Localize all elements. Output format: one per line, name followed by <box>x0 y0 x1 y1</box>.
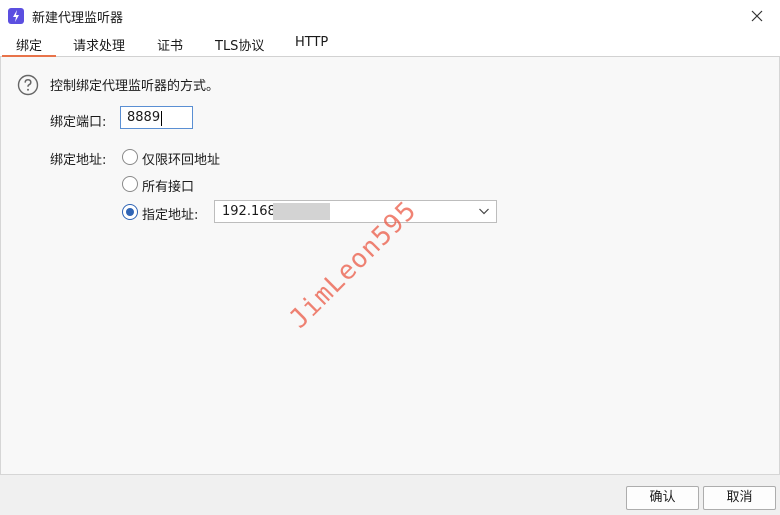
content-panel <box>0 57 780 475</box>
tab-certificate[interactable]: 证书 <box>157 35 183 54</box>
close-icon <box>751 10 763 22</box>
radio-specific-address-label[interactable]: 指定地址: <box>142 204 198 223</box>
close-button[interactable] <box>745 4 769 28</box>
tab-bar: 绑定 请求处理 证书 TLS协议 HTTP <box>0 31 780 57</box>
text-caret <box>161 111 162 126</box>
tab-http[interactable]: HTTP <box>295 35 328 50</box>
port-input[interactable]: 8889 <box>120 106 193 129</box>
cancel-button[interactable]: 取消 <box>703 486 776 510</box>
radio-loopback-label[interactable]: 仅限环回地址 <box>142 149 220 168</box>
lightning-icon <box>8 8 24 24</box>
ok-button[interactable]: 确认 <box>626 486 699 510</box>
radio-all-interfaces[interactable] <box>122 176 138 192</box>
title-bar: 新建代理监听器 <box>0 0 780 31</box>
help-icon <box>17 74 39 96</box>
radio-all-interfaces-label[interactable]: 所有接口 <box>142 176 194 195</box>
address-label: 绑定地址: <box>50 153 107 168</box>
radio-loopback[interactable] <box>122 149 138 165</box>
tab-request-handling[interactable]: 请求处理 <box>73 35 125 54</box>
address-select[interactable]: 192.168 <box>214 200 497 223</box>
port-value: 8889 <box>127 110 161 125</box>
tab-bind[interactable]: 绑定 <box>1 35 57 57</box>
address-value: 192.168 <box>222 204 276 219</box>
chevron-down-icon <box>479 208 489 215</box>
radio-specific-address[interactable] <box>122 204 138 220</box>
window-title: 新建代理监听器 <box>32 11 124 26</box>
port-label: 绑定端口: <box>50 115 107 130</box>
tab-tls-protocol[interactable]: TLS协议 <box>215 35 264 54</box>
description-text: 控制绑定代理监听器的方式。 <box>50 79 220 94</box>
redaction-block <box>273 203 330 220</box>
